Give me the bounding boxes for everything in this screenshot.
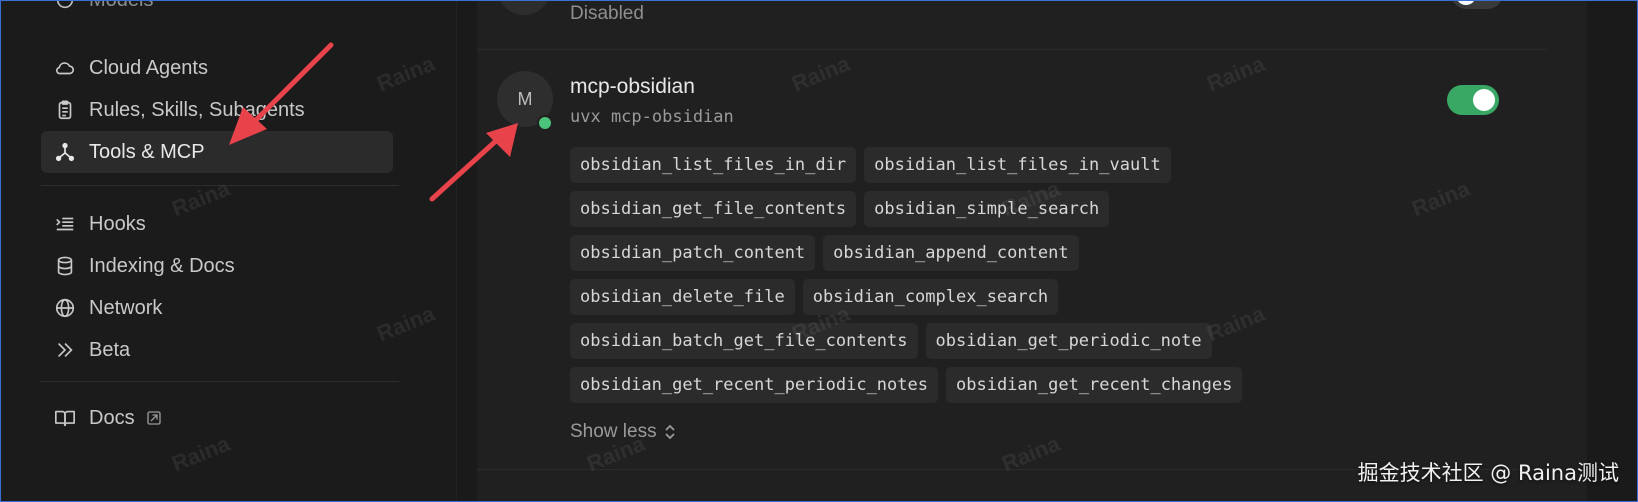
sidebar-item-beta[interactable]: Beta xyxy=(41,329,393,371)
server-enable-toggle[interactable] xyxy=(1452,1,1502,9)
brand-watermark: 掘金技术社区 @ Raina测试 xyxy=(1357,461,1619,485)
row-divider xyxy=(477,49,1547,50)
settings-sidebar: Models Cloud Agents Rules, Skills, Subag… xyxy=(1,1,456,501)
sidebar-item-models[interactable]: Models xyxy=(41,1,393,21)
tool-row: obsidian_list_files_in_dir obsidian_list… xyxy=(570,147,1330,183)
sidebar-item-label: Models xyxy=(89,1,153,12)
tool-row: obsidian_patch_content obsidian_append_c… xyxy=(570,235,1330,271)
server-command: uvx mcp-obsidian xyxy=(570,107,734,127)
sidebar-divider xyxy=(41,185,399,186)
tools-icon xyxy=(53,140,77,164)
tool-chip[interactable]: obsidian_get_recent_changes xyxy=(946,367,1243,403)
sidebar-divider xyxy=(41,381,399,382)
tool-chip[interactable]: obsidian_get_periodic_note xyxy=(925,323,1212,359)
cloud-icon xyxy=(53,56,77,80)
sidebar-item-hooks[interactable]: Hooks xyxy=(41,203,393,245)
tool-list: obsidian_list_files_in_dir obsidian_list… xyxy=(570,147,1330,411)
sidebar-item-indexing-docs[interactable]: Indexing & Docs xyxy=(41,245,393,287)
server-avatar xyxy=(497,1,551,15)
database-icon xyxy=(53,254,77,278)
book-icon xyxy=(53,406,77,430)
tool-chip[interactable]: obsidian_batch_get_file_contents xyxy=(570,323,918,359)
tool-row: obsidian_batch_get_file_contents obsidia… xyxy=(570,323,1330,359)
tool-row: obsidian_delete_file obsidian_complex_se… xyxy=(570,279,1330,315)
server-status-text: Disabled xyxy=(570,3,644,24)
server-enable-toggle[interactable] xyxy=(1447,85,1499,115)
sidebar-item-label: Network xyxy=(89,296,163,319)
sidebar-item-docs[interactable]: Docs xyxy=(41,397,393,439)
tool-chip[interactable]: obsidian_simple_search xyxy=(864,191,1110,227)
external-link-icon xyxy=(145,409,163,427)
sidebar-item-label: Tools & MCP xyxy=(89,140,205,163)
sidebar-item-label: Indexing & Docs xyxy=(89,254,235,277)
sidebar-item-cloud-agents[interactable]: Cloud Agents xyxy=(41,47,393,89)
server-name: mcp-obsidian xyxy=(570,75,695,98)
show-less-button[interactable]: Show less xyxy=(570,421,677,443)
tool-chip[interactable]: obsidian_patch_content xyxy=(570,235,816,271)
sidebar-item-rules[interactable]: Rules, Skills, Subagents xyxy=(41,89,393,131)
tool-chip[interactable]: obsidian_list_files_in_vault xyxy=(864,147,1171,183)
clipboard-icon xyxy=(53,98,77,122)
sidebar-item-label: Docs xyxy=(89,406,135,429)
tool-chip[interactable]: obsidian_append_content xyxy=(823,235,1079,271)
toggle-knob xyxy=(1456,1,1476,5)
tool-chip[interactable]: obsidian_list_files_in_dir xyxy=(570,147,857,183)
show-less-label: Show less xyxy=(570,421,657,442)
sidebar-item-label: Beta xyxy=(89,338,131,361)
chevron-up-down-icon xyxy=(664,424,675,440)
mcp-server-list: Disabled M mcp-obsidian uvx mcp-obsidian… xyxy=(477,1,1587,501)
sidebar-border xyxy=(456,1,457,501)
tool-chip[interactable]: obsidian_get_recent_periodic_notes xyxy=(570,367,938,403)
sidebar-item-label: Rules, Skills, Subagents xyxy=(89,98,305,121)
tool-chip[interactable]: obsidian_delete_file xyxy=(570,279,795,315)
tool-row: obsidian_get_recent_periodic_notes obsid… xyxy=(570,367,1330,403)
tool-chip[interactable]: obsidian_get_file_contents xyxy=(570,191,857,227)
hooks-icon xyxy=(53,212,77,236)
app-window: Models Cloud Agents Rules, Skills, Subag… xyxy=(0,0,1638,502)
sidebar-item-label: Hooks xyxy=(89,212,146,235)
double-chevron-icon xyxy=(53,338,77,362)
sidebar-item-label: Cloud Agents xyxy=(89,56,208,79)
sidebar-item-network[interactable]: Network xyxy=(41,287,393,329)
tool-chip[interactable]: obsidian_complex_search xyxy=(802,279,1059,315)
models-icon xyxy=(53,1,77,12)
tool-row: obsidian_get_file_contents obsidian_simp… xyxy=(570,191,1330,227)
toggle-knob xyxy=(1473,89,1495,111)
sidebar-item-tools-mcp[interactable]: Tools & MCP xyxy=(41,131,393,173)
avatar-letter: M xyxy=(517,88,533,109)
server-status-dot xyxy=(537,115,553,131)
globe-icon xyxy=(53,296,77,320)
